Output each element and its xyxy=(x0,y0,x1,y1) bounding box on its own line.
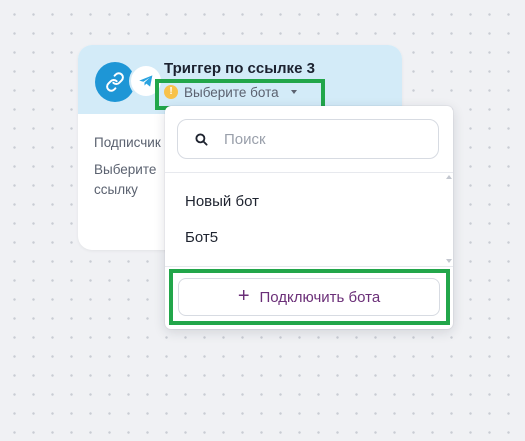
search-box[interactable] xyxy=(177,119,439,159)
bot-option-new-bot[interactable]: Новый бот xyxy=(165,184,445,218)
scroll-down-icon[interactable] xyxy=(446,259,452,263)
bot-select-dropdown[interactable]: ! Выберите бота xyxy=(164,81,297,103)
caret-down-icon xyxy=(290,90,297,94)
node-title: Триггер по ссылке 3 xyxy=(164,60,315,77)
search-input[interactable] xyxy=(222,129,436,149)
bot-dropdown-panel: Новый бот Бот5 + Подключить бота xyxy=(165,106,453,329)
scrollbar[interactable] xyxy=(444,173,452,267)
bot-select-label: Выберите бота xyxy=(184,84,279,100)
plus-icon: + xyxy=(237,285,250,307)
link-icon xyxy=(95,62,135,102)
divider xyxy=(165,266,453,267)
telegram-icon xyxy=(131,66,161,96)
node-subscriber-label: Подписчик xyxy=(94,135,161,150)
warning-icon: ! xyxy=(164,85,178,99)
bot-option-bot5[interactable]: Бот5 xyxy=(165,220,445,254)
node-header: Триггер по ссылке 3 ! Выберите бота xyxy=(78,45,402,114)
search-icon xyxy=(195,132,208,146)
connect-bot-label: Подключить бота xyxy=(259,288,381,306)
divider xyxy=(165,172,453,173)
connect-bot-button[interactable]: + Подключить бота xyxy=(178,278,440,316)
node-hint-line-2: ссылку xyxy=(94,182,138,197)
scroll-up-icon[interactable] xyxy=(446,175,452,179)
node-hint-line-1: Выберите xyxy=(94,162,157,177)
